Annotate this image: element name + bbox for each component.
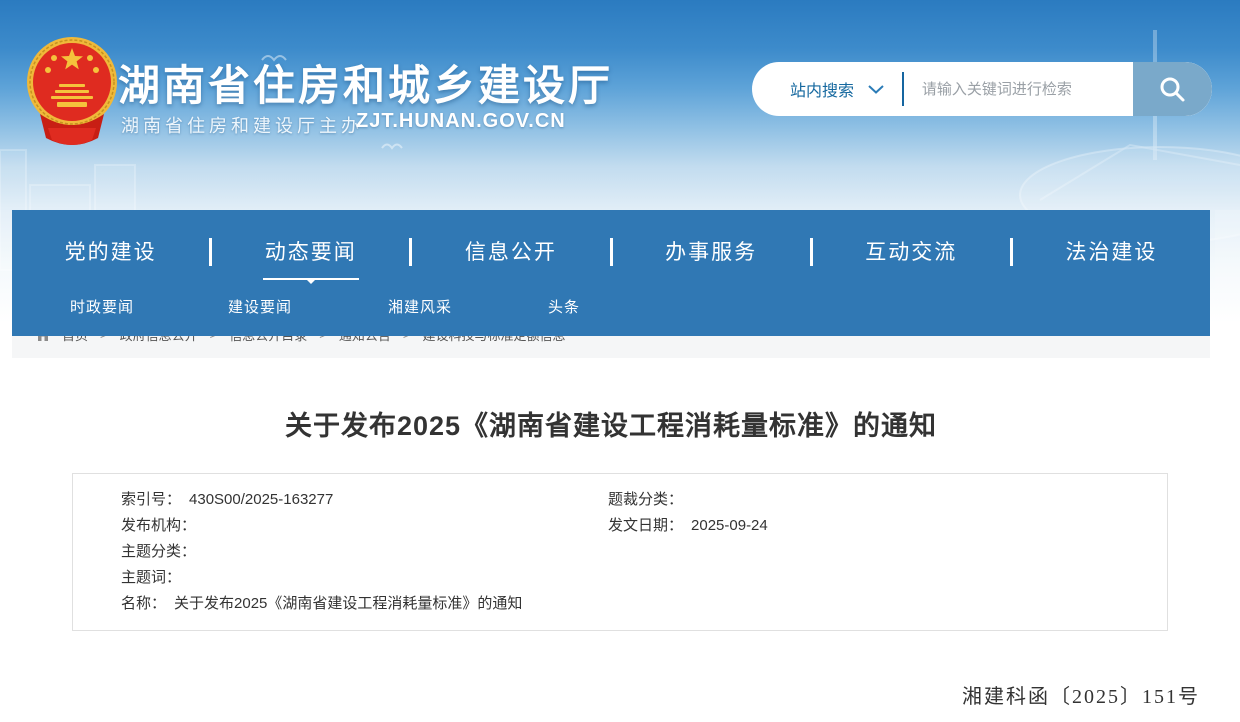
nav-item-label: 信息公开 (465, 236, 557, 268)
meta-row-keywords: 主题词： (121, 565, 608, 591)
meta-value: 关于发布2025《湖南省建设工程消耗量标准》的通知 (174, 595, 522, 612)
page-title: 关于发布2025《湖南省建设工程消耗量标准》的通知 (12, 404, 1210, 443)
search-scope-label: 站内搜索 (790, 77, 854, 101)
meta-row-topic-category: 主题分类： (121, 539, 608, 565)
nav-item-news[interactable]: 动态要闻 (212, 236, 409, 268)
meta-row-issuing-agency: 发布机构： (121, 513, 608, 539)
meta-label: 发文日期： (608, 517, 683, 534)
nav-item-label: 动态要闻 (265, 236, 357, 268)
nav-item-label: 党的建设 (65, 236, 157, 268)
meta-row-index-number: 索引号： 430S00/2025-163277 (121, 487, 608, 513)
meta-label: 主题分类： (121, 543, 196, 560)
nav-item-interaction[interactable]: 互动交流 (813, 236, 1010, 268)
site-domain-text: ZJT.HUNAN.GOV.CN (356, 110, 566, 133)
document-meta-box: 索引号：430S00/2025-163277 发布机构： 主题分类： 主题词： … (72, 473, 1168, 631)
meta-row-name: 名称： 关于发布2025《湖南省建设工程消耗量标准》的通知 (121, 591, 608, 617)
chevron-down-icon (868, 85, 884, 94)
site-sponsor-text: 湖南省住房和建设厅主办 (121, 112, 363, 138)
meta-row-genre-category: 题裁分类： (608, 487, 1167, 513)
nav-item-label: 办事服务 (665, 236, 757, 268)
meta-column-right: 题裁分类： 发文日期： 2025-09-24 (608, 487, 1167, 630)
subnav-item-xiangjian-style[interactable]: 湘建风采 (388, 296, 452, 317)
meta-value: 2025-09-24 (691, 517, 768, 534)
search-input[interactable] (904, 62, 1133, 116)
meta-column-left: 索引号：430S00/2025-163277 发布机构： 主题分类： 主题词： … (121, 487, 608, 630)
page: 首页 > 政府信息公开 > 信息公开目录 > 通知公告 > 建设科技与标准定额信… (0, 0, 1240, 722)
site-title[interactable]: 湖南省住房和城乡建设厅 (118, 52, 613, 113)
meta-value: 430S00/2025-163277 (189, 491, 333, 508)
site-header: 湖南省住房和城乡建设厅 湖南省住房和建设厅主办 ZJT.HUNAN.GOV.CN… (0, 0, 1240, 212)
meta-label: 名称： (121, 595, 166, 612)
document-number: 湘建科函〔2025〕151号 (962, 680, 1200, 709)
main-nav-row: 党的建设 动态要闻 信息公开 办事服务 互动交流 法治建设 (12, 210, 1210, 294)
search-scope-dropdown[interactable]: 站内搜索 (752, 77, 900, 101)
subnav-item-construction-news[interactable]: 建设要闻 (228, 296, 292, 317)
nav-item-party-building[interactable]: 党的建设 (12, 236, 209, 268)
sub-nav-row: 时政要闻 建设要闻 湘建风采 头条 (12, 294, 1210, 336)
meta-label: 发布机构： (121, 517, 196, 534)
subnav-item-headlines[interactable]: 头条 (548, 296, 580, 317)
subnav-item-politics-news[interactable]: 时政要闻 (70, 296, 134, 317)
meta-label: 索引号： (121, 491, 181, 508)
nav-item-services[interactable]: 办事服务 (613, 236, 810, 268)
search-bar: 站内搜索 (752, 62, 1212, 116)
national-emblem-icon (26, 32, 118, 148)
search-icon (1158, 75, 1186, 103)
nav-item-label: 法治建设 (1065, 236, 1157, 268)
main-nav: 党的建设 动态要闻 信息公开 办事服务 互动交流 法治建设 时政 (12, 210, 1210, 336)
nav-item-info-disclosure[interactable]: 信息公开 (412, 236, 609, 268)
meta-label: 主题词： (121, 569, 181, 586)
nav-item-rule-of-law[interactable]: 法治建设 (1013, 236, 1210, 268)
search-button[interactable] (1133, 62, 1212, 116)
nav-item-label: 互动交流 (865, 236, 957, 268)
meta-row-issue-date: 发文日期： 2025-09-24 (608, 513, 1167, 539)
meta-label: 题裁分类： (608, 491, 683, 508)
